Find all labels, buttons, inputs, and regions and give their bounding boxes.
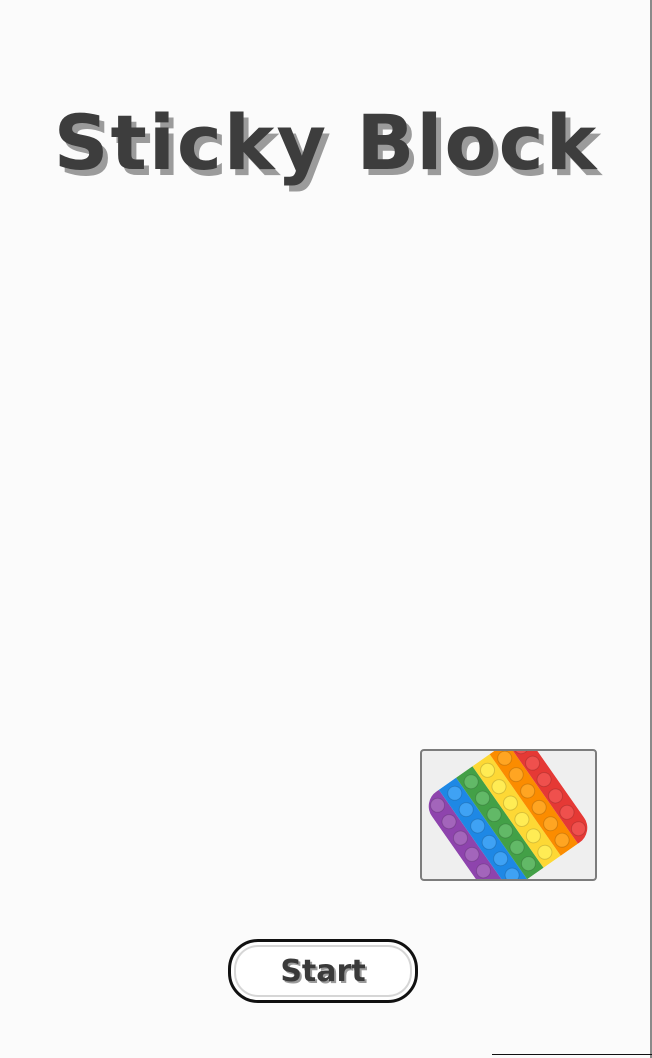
start-button[interactable]: Start [228,939,418,1003]
pop-it-preview-image [420,749,597,881]
game-title: Sticky Block [53,98,599,187]
start-button-label: Start [280,953,366,989]
divider [492,1054,652,1055]
